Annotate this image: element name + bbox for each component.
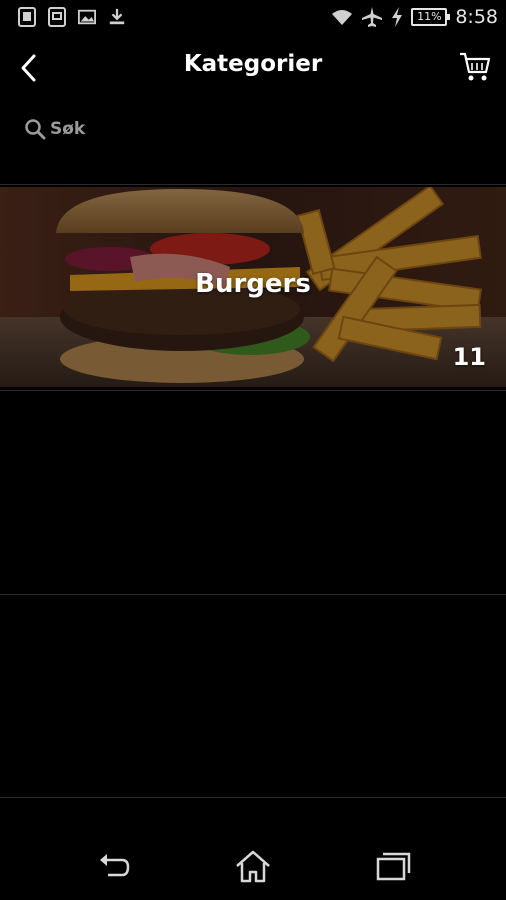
page-title: Kategorier [183,51,323,77]
cart-icon[interactable] [458,50,492,84]
image-icon [78,9,96,25]
download-icon [109,8,125,25]
charging-icon [392,7,403,27]
search-icon [25,119,46,140]
airplane-icon [362,7,383,27]
home-icon[interactable] [233,848,273,884]
category-count: 11 [452,343,486,371]
sim-icon [48,7,66,27]
app-bar: Kategorier [0,36,506,100]
divider [0,797,506,798]
search-label: Søk [50,119,86,139]
status-bar: 11% 8:58 [0,0,506,36]
back-icon[interactable] [94,848,134,884]
clock: 8:58 [455,6,498,28]
search-button[interactable]: Søk [24,118,85,140]
battery-icon: 11% [411,8,451,26]
recent-apps-icon[interactable] [373,848,413,884]
notification-icon [18,7,36,27]
divider [0,184,506,185]
category-card-burgers[interactable]: Burgers 11 [0,187,506,387]
wifi-icon [332,10,353,25]
system-nav-bar [0,830,506,900]
divider [0,594,506,595]
divider [0,390,506,391]
category-title: Burgers [195,269,311,299]
battery-level: 11% [417,10,442,23]
